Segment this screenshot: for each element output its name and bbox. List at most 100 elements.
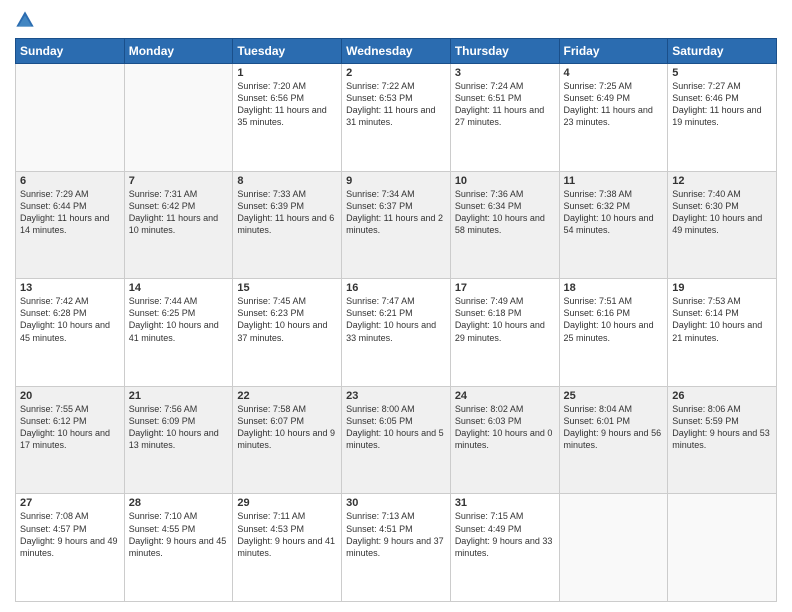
- day-number: 4: [564, 67, 664, 79]
- day-number: 28: [129, 497, 229, 509]
- calendar-row-4: 27Sunrise: 7:08 AM Sunset: 4:57 PM Dayli…: [16, 494, 777, 602]
- day-info: Sunrise: 8:02 AM Sunset: 6:03 PM Dayligh…: [455, 403, 555, 452]
- day-number: 2: [346, 67, 446, 79]
- day-info: Sunrise: 7:47 AM Sunset: 6:21 PM Dayligh…: [346, 295, 446, 344]
- day-info: Sunrise: 8:00 AM Sunset: 6:05 PM Dayligh…: [346, 403, 446, 452]
- day-info: Sunrise: 7:24 AM Sunset: 6:51 PM Dayligh…: [455, 80, 555, 129]
- day-number: 30: [346, 497, 446, 509]
- day-info: Sunrise: 7:33 AM Sunset: 6:39 PM Dayligh…: [237, 188, 337, 237]
- calendar-cell: 29Sunrise: 7:11 AM Sunset: 4:53 PM Dayli…: [233, 494, 342, 602]
- day-info: Sunrise: 7:13 AM Sunset: 4:51 PM Dayligh…: [346, 510, 446, 559]
- day-number: 21: [129, 390, 229, 402]
- day-number: 22: [237, 390, 337, 402]
- day-info: Sunrise: 7:40 AM Sunset: 6:30 PM Dayligh…: [672, 188, 772, 237]
- day-number: 11: [564, 175, 664, 187]
- day-info: Sunrise: 7:45 AM Sunset: 6:23 PM Dayligh…: [237, 295, 337, 344]
- day-info: Sunrise: 7:36 AM Sunset: 6:34 PM Dayligh…: [455, 188, 555, 237]
- calendar-cell: 11Sunrise: 7:38 AM Sunset: 6:32 PM Dayli…: [559, 171, 668, 279]
- calendar-cell: 15Sunrise: 7:45 AM Sunset: 6:23 PM Dayli…: [233, 279, 342, 387]
- day-number: 27: [20, 497, 120, 509]
- calendar-row-1: 6Sunrise: 7:29 AM Sunset: 6:44 PM Daylig…: [16, 171, 777, 279]
- day-info: Sunrise: 7:53 AM Sunset: 6:14 PM Dayligh…: [672, 295, 772, 344]
- day-info: Sunrise: 7:51 AM Sunset: 6:16 PM Dayligh…: [564, 295, 664, 344]
- calendar-cell: 21Sunrise: 7:56 AM Sunset: 6:09 PM Dayli…: [124, 386, 233, 494]
- day-info: Sunrise: 7:27 AM Sunset: 6:46 PM Dayligh…: [672, 80, 772, 129]
- calendar-cell: 20Sunrise: 7:55 AM Sunset: 6:12 PM Dayli…: [16, 386, 125, 494]
- day-info: Sunrise: 7:25 AM Sunset: 6:49 PM Dayligh…: [564, 80, 664, 129]
- weekday-header-sunday: Sunday: [16, 39, 125, 64]
- day-number: 12: [672, 175, 772, 187]
- calendar-cell: 22Sunrise: 7:58 AM Sunset: 6:07 PM Dayli…: [233, 386, 342, 494]
- day-info: Sunrise: 7:44 AM Sunset: 6:25 PM Dayligh…: [129, 295, 229, 344]
- day-info: Sunrise: 7:31 AM Sunset: 6:42 PM Dayligh…: [129, 188, 229, 237]
- calendar-cell: 14Sunrise: 7:44 AM Sunset: 6:25 PM Dayli…: [124, 279, 233, 387]
- calendar-cell: 3Sunrise: 7:24 AM Sunset: 6:51 PM Daylig…: [450, 64, 559, 172]
- weekday-header-monday: Monday: [124, 39, 233, 64]
- day-number: 9: [346, 175, 446, 187]
- day-number: 8: [237, 175, 337, 187]
- day-number: 14: [129, 282, 229, 294]
- calendar-cell: 18Sunrise: 7:51 AM Sunset: 6:16 PM Dayli…: [559, 279, 668, 387]
- calendar-table: SundayMondayTuesdayWednesdayThursdayFrid…: [15, 38, 777, 602]
- day-info: Sunrise: 7:29 AM Sunset: 6:44 PM Dayligh…: [20, 188, 120, 237]
- calendar-cell: 30Sunrise: 7:13 AM Sunset: 4:51 PM Dayli…: [342, 494, 451, 602]
- day-number: 16: [346, 282, 446, 294]
- calendar-row-0: 1Sunrise: 7:20 AM Sunset: 6:56 PM Daylig…: [16, 64, 777, 172]
- weekday-header-row: SundayMondayTuesdayWednesdayThursdayFrid…: [16, 39, 777, 64]
- calendar-cell: 19Sunrise: 7:53 AM Sunset: 6:14 PM Dayli…: [668, 279, 777, 387]
- weekday-header-wednesday: Wednesday: [342, 39, 451, 64]
- calendar-cell: 28Sunrise: 7:10 AM Sunset: 4:55 PM Dayli…: [124, 494, 233, 602]
- day-info: Sunrise: 7:20 AM Sunset: 6:56 PM Dayligh…: [237, 80, 337, 129]
- day-number: 18: [564, 282, 664, 294]
- calendar-cell: [559, 494, 668, 602]
- day-number: 31: [455, 497, 555, 509]
- weekday-header-saturday: Saturday: [668, 39, 777, 64]
- calendar-cell: 13Sunrise: 7:42 AM Sunset: 6:28 PM Dayli…: [16, 279, 125, 387]
- day-info: Sunrise: 7:11 AM Sunset: 4:53 PM Dayligh…: [237, 510, 337, 559]
- day-number: 3: [455, 67, 555, 79]
- calendar-cell: 16Sunrise: 7:47 AM Sunset: 6:21 PM Dayli…: [342, 279, 451, 387]
- day-number: 20: [20, 390, 120, 402]
- day-number: 6: [20, 175, 120, 187]
- calendar-cell: [16, 64, 125, 172]
- day-info: Sunrise: 7:34 AM Sunset: 6:37 PM Dayligh…: [346, 188, 446, 237]
- day-number: 10: [455, 175, 555, 187]
- calendar-cell: 26Sunrise: 8:06 AM Sunset: 5:59 PM Dayli…: [668, 386, 777, 494]
- calendar-cell: 7Sunrise: 7:31 AM Sunset: 6:42 PM Daylig…: [124, 171, 233, 279]
- day-number: 26: [672, 390, 772, 402]
- day-info: Sunrise: 7:10 AM Sunset: 4:55 PM Dayligh…: [129, 510, 229, 559]
- logo: [15, 10, 39, 30]
- calendar-cell: 4Sunrise: 7:25 AM Sunset: 6:49 PM Daylig…: [559, 64, 668, 172]
- day-info: Sunrise: 7:49 AM Sunset: 6:18 PM Dayligh…: [455, 295, 555, 344]
- day-number: 5: [672, 67, 772, 79]
- day-number: 23: [346, 390, 446, 402]
- calendar-row-2: 13Sunrise: 7:42 AM Sunset: 6:28 PM Dayli…: [16, 279, 777, 387]
- day-number: 29: [237, 497, 337, 509]
- day-info: Sunrise: 7:38 AM Sunset: 6:32 PM Dayligh…: [564, 188, 664, 237]
- calendar-cell: 2Sunrise: 7:22 AM Sunset: 6:53 PM Daylig…: [342, 64, 451, 172]
- calendar-cell: 27Sunrise: 7:08 AM Sunset: 4:57 PM Dayli…: [16, 494, 125, 602]
- day-number: 19: [672, 282, 772, 294]
- header: [15, 10, 777, 30]
- calendar-cell: 31Sunrise: 7:15 AM Sunset: 4:49 PM Dayli…: [450, 494, 559, 602]
- calendar-cell: 9Sunrise: 7:34 AM Sunset: 6:37 PM Daylig…: [342, 171, 451, 279]
- calendar-cell: [124, 64, 233, 172]
- day-info: Sunrise: 7:56 AM Sunset: 6:09 PM Dayligh…: [129, 403, 229, 452]
- day-info: Sunrise: 7:42 AM Sunset: 6:28 PM Dayligh…: [20, 295, 120, 344]
- day-number: 7: [129, 175, 229, 187]
- day-number: 25: [564, 390, 664, 402]
- day-info: Sunrise: 8:04 AM Sunset: 6:01 PM Dayligh…: [564, 403, 664, 452]
- weekday-header-thursday: Thursday: [450, 39, 559, 64]
- weekday-header-friday: Friday: [559, 39, 668, 64]
- day-number: 15: [237, 282, 337, 294]
- weekday-header-tuesday: Tuesday: [233, 39, 342, 64]
- page: SundayMondayTuesdayWednesdayThursdayFrid…: [0, 0, 792, 612]
- logo-icon: [15, 10, 35, 30]
- calendar-cell: [668, 494, 777, 602]
- day-info: Sunrise: 7:55 AM Sunset: 6:12 PM Dayligh…: [20, 403, 120, 452]
- calendar-cell: 17Sunrise: 7:49 AM Sunset: 6:18 PM Dayli…: [450, 279, 559, 387]
- calendar-cell: 12Sunrise: 7:40 AM Sunset: 6:30 PM Dayli…: [668, 171, 777, 279]
- day-number: 13: [20, 282, 120, 294]
- day-info: Sunrise: 8:06 AM Sunset: 5:59 PM Dayligh…: [672, 403, 772, 452]
- day-number: 17: [455, 282, 555, 294]
